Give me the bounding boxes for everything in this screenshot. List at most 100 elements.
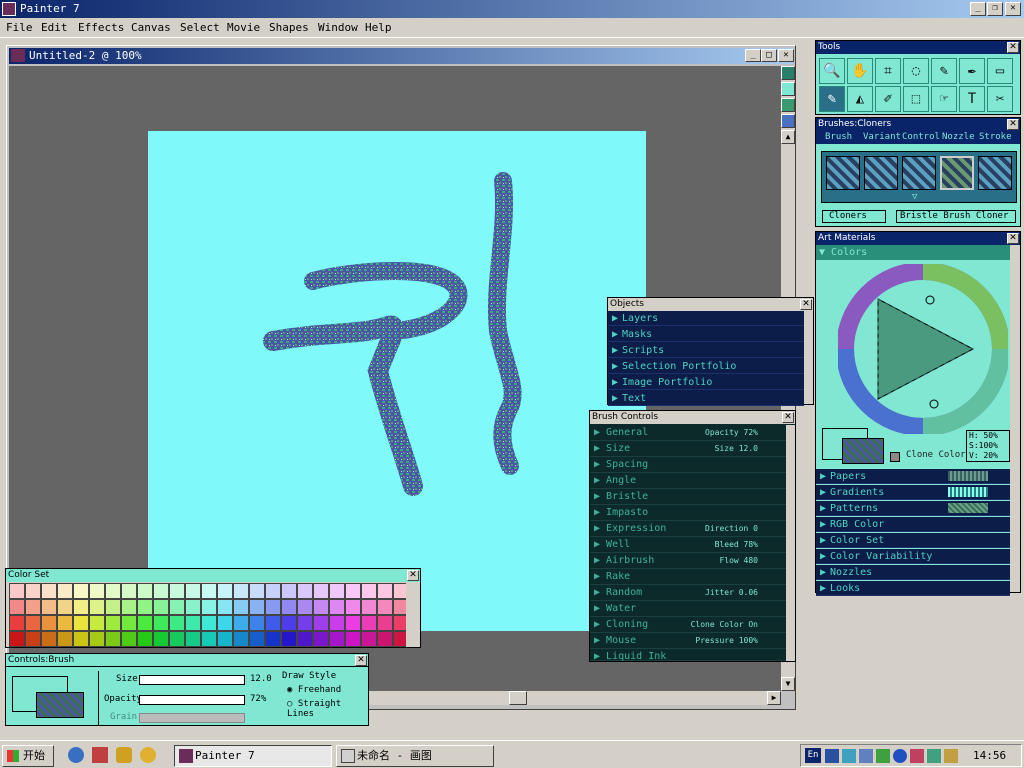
color-swatch[interactable] [169,631,185,647]
menu-effects[interactable]: Effects [78,21,124,34]
color-swatch[interactable] [89,615,105,631]
eye-icon[interactable] [893,749,907,763]
speaker-icon[interactable] [944,749,958,763]
layer-icon[interactable] [781,98,795,112]
tools-close-button[interactable]: ✕ [1007,42,1019,53]
dropper-icon[interactable]: ✎ [819,86,845,112]
brush-variant-5-icon[interactable] [978,156,1012,190]
menu-help[interactable]: Help [365,21,392,34]
color-swatch[interactable] [281,631,297,647]
color-swatch[interactable] [201,599,217,615]
color-swatch[interactable] [297,599,313,615]
color-swatch[interactable] [121,583,137,599]
color-swatch[interactable] [217,631,233,647]
color-swatch[interactable] [233,631,249,647]
color-swatch[interactable] [57,583,73,599]
color-swatch[interactable] [185,599,201,615]
color-swatch[interactable] [201,615,217,631]
brush-controls-close-button[interactable]: ✕ [782,412,794,423]
text-icon[interactable]: T [959,86,985,112]
color-swatch[interactable] [185,615,201,631]
color-swatch[interactable] [73,599,89,615]
scroll-up-button[interactable]: ▲ [781,130,795,144]
menu-canvas[interactable]: Canvas [131,21,171,34]
bc-spacing[interactable]: ▶ Spacing [590,457,786,473]
eyedropper-icon[interactable]: ✐ [875,86,901,112]
color-swatch[interactable] [329,631,345,647]
color-swatch[interactable] [345,615,361,631]
scissors-icon[interactable]: ✂ [987,86,1013,112]
color-swatch[interactable] [329,583,345,599]
brush-variant-3-icon[interactable] [902,156,936,190]
bc-angle[interactable]: ▶ Angle [590,473,786,489]
color-swatch[interactable] [329,615,345,631]
color-swatch[interactable] [105,631,121,647]
scroll-down-button[interactable]: ▼ [781,677,795,691]
menu-select[interactable]: Select [180,21,220,34]
color-swatch[interactable] [233,615,249,631]
objects-image-portfolio[interactable]: ▶ Image Portfolio [608,375,804,390]
shield-icon[interactable] [910,749,924,763]
art-materials-scrollbar[interactable] [1010,245,1020,592]
layer-adjuster-icon[interactable]: ☞ [931,86,957,112]
color-swatch[interactable] [137,631,153,647]
color-swatch[interactable] [73,631,89,647]
hscroll-thumb[interactable] [509,691,527,705]
menu-window[interactable]: Window [318,21,358,34]
color-swatch[interactable] [249,583,265,599]
menu-movie[interactable]: Movie [227,21,260,34]
color-swatch[interactable] [329,599,345,615]
crop-icon[interactable]: ⌗ [875,58,901,84]
color-swatch[interactable] [361,631,377,647]
art-materials-close-button[interactable]: ✕ [1007,233,1019,244]
menu-file[interactable]: File [6,21,33,34]
start-button[interactable]: 开始 [2,745,54,767]
section-rgb-color[interactable]: ▶ RGB Color [816,517,1010,532]
brush-drawer-icon[interactable]: ▽ [912,192,917,202]
color-swatch[interactable] [73,615,89,631]
network-icon[interactable] [825,749,839,763]
tab-brush[interactable]: Brush [825,131,852,144]
language-indicator[interactable]: En [805,748,821,763]
rectangle-icon[interactable]: ▭ [987,58,1013,84]
brush-variant-1-icon[interactable] [826,156,860,190]
objects-scripts[interactable]: ▶ Scripts [608,343,804,358]
color-swatch[interactable] [217,599,233,615]
section-color-variability[interactable]: ▶ Color Variability [816,549,1010,564]
color-swatch[interactable] [249,615,265,631]
color-swatch[interactable] [9,615,25,631]
checkmark-icon[interactable] [876,749,890,763]
brush-variant-2-icon[interactable] [864,156,898,190]
bc-mouse[interactable]: ▶ Mouse Pressure 100% [590,633,786,649]
bc-water[interactable]: ▶ Water [590,601,786,617]
tab-stroke[interactable]: Stroke [979,131,1012,144]
brushes-close-button[interactable]: ✕ [1007,119,1019,130]
color-swatch[interactable] [41,583,57,599]
paint-bucket-icon[interactable]: ◭ [847,86,873,112]
color-set-grid[interactable] [9,583,409,647]
color-swatch[interactable] [217,583,233,599]
magnifier-icon[interactable]: 🔍 [819,58,845,84]
task-painter[interactable]: Painter 7 [174,745,332,767]
color-wheel[interactable] [838,264,1008,434]
close-button[interactable]: ✕ [1005,2,1021,16]
color-swatch[interactable] [265,599,281,615]
brush-variant-4-icon[interactable] [940,156,974,190]
rect-select-icon[interactable]: ⬚ [903,86,929,112]
color-swatch[interactable] [153,599,169,615]
color-swatch[interactable] [137,599,153,615]
bc-well[interactable]: ▶ Well Bleed 78% [590,537,786,553]
color-swatch[interactable] [297,631,313,647]
tab-nozzle[interactable]: Nozzle [942,131,975,144]
display-icon[interactable] [859,749,873,763]
color-swatch[interactable] [377,631,393,647]
bc-expression[interactable]: ▶ Expression Direction 0 [590,521,786,537]
bc-cloning[interactable]: ▶ Cloning Clone Color On [590,617,786,633]
ie-icon[interactable] [68,747,84,763]
color-swatch[interactable] [25,583,41,599]
freehand-radio[interactable]: ◉ Freehand [287,685,341,695]
drop-icon[interactable] [781,114,795,128]
color-swatch[interactable] [217,615,233,631]
color-swatch[interactable] [249,631,265,647]
tab-control[interactable]: Control [902,131,940,144]
